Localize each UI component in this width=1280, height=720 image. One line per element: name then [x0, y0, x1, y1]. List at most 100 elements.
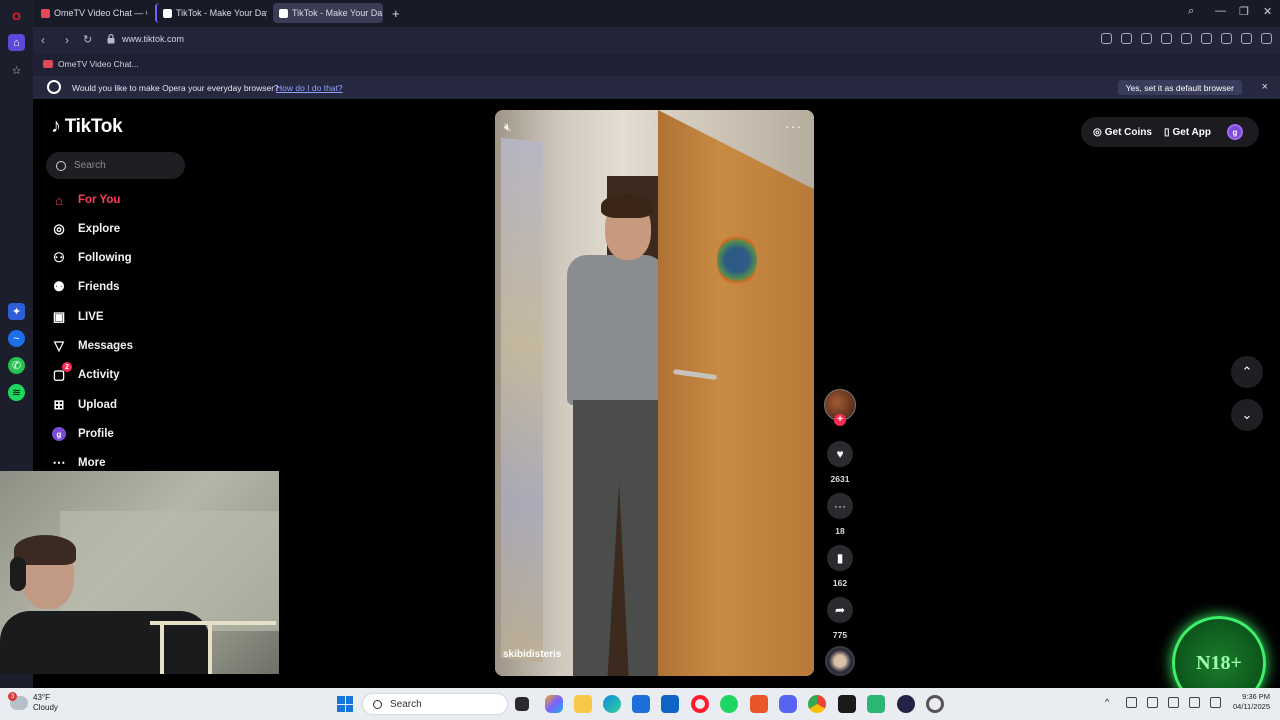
- edge-icon[interactable]: [603, 695, 621, 713]
- wifi-icon[interactable]: [1189, 696, 1201, 708]
- nav-explore[interactable]: ◎ Explore: [51, 218, 120, 240]
- nav-profile[interactable]: g Profile: [51, 423, 114, 445]
- chevron-up-icon[interactable]: ^: [1105, 697, 1116, 708]
- windows-taskbar: 3 43°F Cloudy Search ^ 9:36 PM 04/11/202…: [0, 688, 1280, 720]
- edit-icon[interactable]: [1101, 33, 1112, 44]
- opera-logo-icon[interactable]: O: [8, 8, 25, 25]
- back-icon[interactable]: ‹: [41, 33, 45, 47]
- bookmarks-icon[interactable]: ☆: [8, 62, 25, 79]
- follow-plus-icon[interactable]: +: [834, 414, 846, 426]
- weather-text: 43°F Cloudy: [33, 693, 58, 713]
- android-icon[interactable]: [867, 695, 885, 713]
- forward-icon[interactable]: ›: [65, 33, 69, 47]
- bookmark-ometv[interactable]: OmeTV Video Chat...: [43, 59, 139, 69]
- network-icon[interactable]: [1147, 696, 1159, 708]
- account-icon[interactable]: [1241, 33, 1252, 44]
- system-tray: ^ 9:36 PM 04/11/2025: [1095, 692, 1270, 712]
- clock[interactable]: 9:36 PM 04/11/2025: [1233, 692, 1270, 712]
- nav-activity[interactable]: ▢ 2 Activity: [51, 362, 120, 386]
- search-icon: [56, 160, 66, 171]
- video-username[interactable]: skibidisteris: [503, 649, 561, 660]
- spotify-taskbar-icon[interactable]: [720, 695, 738, 713]
- media-icon[interactable]: [897, 695, 915, 713]
- restore-icon[interactable]: ❐: [1239, 5, 1249, 18]
- spotify-icon[interactable]: ≋: [8, 384, 25, 401]
- how-to-link[interactable]: How do I do that?: [276, 83, 343, 93]
- live-icon: ▣: [52, 309, 66, 324]
- like-count: 2631: [830, 474, 850, 484]
- get-coins-button[interactable]: ◎ Get Coins: [1093, 127, 1152, 138]
- search-tabs-icon[interactable]: ⌕: [1188, 5, 1194, 18]
- comment-button[interactable]: ···: [827, 493, 853, 519]
- nav-following[interactable]: ⚇ Following: [51, 247, 131, 269]
- store-icon[interactable]: [632, 695, 650, 713]
- weather-badge: 3: [8, 692, 17, 701]
- get-coins-label: Get Coins: [1104, 126, 1152, 138]
- tab-tiktok-2[interactable]: TikTok - Make Your Da: [273, 3, 383, 23]
- close-window-icon[interactable]: ✕: [1263, 5, 1272, 18]
- home-icon: ⌂: [55, 192, 63, 208]
- nav-for-you[interactable]: ⌂ For You: [51, 189, 120, 211]
- weather-desc: Cloudy: [33, 703, 58, 712]
- close-notice-icon[interactable]: ×: [1262, 81, 1268, 93]
- get-app-button[interactable]: ▯ Get App: [1164, 127, 1211, 138]
- download-icon[interactable]: [1201, 33, 1212, 44]
- activity-badge: 2: [62, 362, 72, 372]
- search-input[interactable]: Search: [46, 152, 185, 179]
- editor-icon[interactable]: [838, 695, 856, 713]
- next-video-button[interactable]: ⌄: [1231, 399, 1263, 431]
- tiktok-note-icon: ♪: [51, 115, 61, 137]
- tab-tiktok-1[interactable]: TikTok - Make Your Day: [155, 3, 267, 23]
- outlook-icon[interactable]: [661, 695, 679, 713]
- start-tile: [345, 696, 353, 704]
- chrome-icon[interactable]: [808, 695, 826, 713]
- tab-ometv[interactable]: OmeTV Video Chat — On: [35, 3, 147, 23]
- video-player[interactable]: 🔇︎ ··· skibidisteris: [495, 110, 814, 676]
- microphone-icon[interactable]: [1168, 696, 1180, 708]
- reload-icon[interactable]: ↻: [83, 33, 92, 46]
- url-field[interactable]: www.tiktok.com: [122, 34, 184, 44]
- aria-icon[interactable]: ✦: [8, 303, 25, 320]
- copilot-icon[interactable]: [545, 695, 563, 713]
- nav-live[interactable]: ▣ LIVE: [51, 306, 104, 328]
- nav-upload[interactable]: ⊞ Upload: [51, 394, 117, 416]
- like-button[interactable]: ♥: [827, 441, 853, 467]
- taskbar-search[interactable]: Search: [362, 693, 508, 715]
- ometv-favicon-icon: [41, 8, 50, 18]
- shield-icon[interactable]: [1141, 33, 1152, 44]
- camera-icon[interactable]: [1121, 33, 1132, 44]
- tiktok-logo[interactable]: ♪ TikTok: [51, 115, 123, 138]
- share-button[interactable]: ➦: [827, 597, 853, 623]
- start-button[interactable]: [337, 696, 353, 712]
- music-disc-icon[interactable]: [825, 646, 855, 676]
- nav-messages[interactable]: ▽ Messages: [51, 335, 133, 357]
- tab-label: OmeTV Video Chat — On: [54, 8, 147, 18]
- heart-icon[interactable]: [1181, 33, 1192, 44]
- app-taskbar-icon[interactable]: [750, 695, 768, 713]
- weather-widget[interactable]: 3 43°F Cloudy: [8, 692, 58, 713]
- file-explorer-icon[interactable]: [574, 695, 592, 713]
- whatsapp-icon[interactable]: ✆: [8, 357, 25, 374]
- mute-icon[interactable]: 🔇︎: [504, 120, 512, 135]
- tab-label: TikTok - Make Your Day: [176, 8, 267, 18]
- settings-icon[interactable]: [926, 695, 944, 713]
- previous-video-button[interactable]: ⌃: [1231, 356, 1263, 388]
- user-avatar[interactable]: g: [1227, 124, 1243, 140]
- lock-icon: [107, 34, 115, 44]
- save-button[interactable]: ▮: [827, 545, 853, 571]
- play-icon[interactable]: [1161, 33, 1172, 44]
- new-tab-button[interactable]: +: [389, 3, 405, 23]
- video-more-icon[interactable]: ···: [785, 118, 802, 134]
- home-icon[interactable]: ⌂: [8, 34, 25, 51]
- messenger-icon[interactable]: ~: [8, 330, 25, 347]
- discord-icon[interactable]: [779, 695, 797, 713]
- set-default-button[interactable]: Yes, set it as default browser: [1117, 80, 1242, 95]
- minimize-icon[interactable]: —: [1215, 5, 1226, 17]
- volume-icon[interactable]: [1210, 696, 1222, 708]
- sync-icon[interactable]: [1126, 696, 1138, 708]
- menu-icon[interactable]: [1221, 33, 1232, 44]
- nav-friends[interactable]: ⚉ Friends: [51, 276, 119, 298]
- extensions-icon[interactable]: [1261, 33, 1272, 44]
- opera-taskbar-icon[interactable]: [691, 695, 709, 713]
- task-view-icon[interactable]: [515, 697, 529, 711]
